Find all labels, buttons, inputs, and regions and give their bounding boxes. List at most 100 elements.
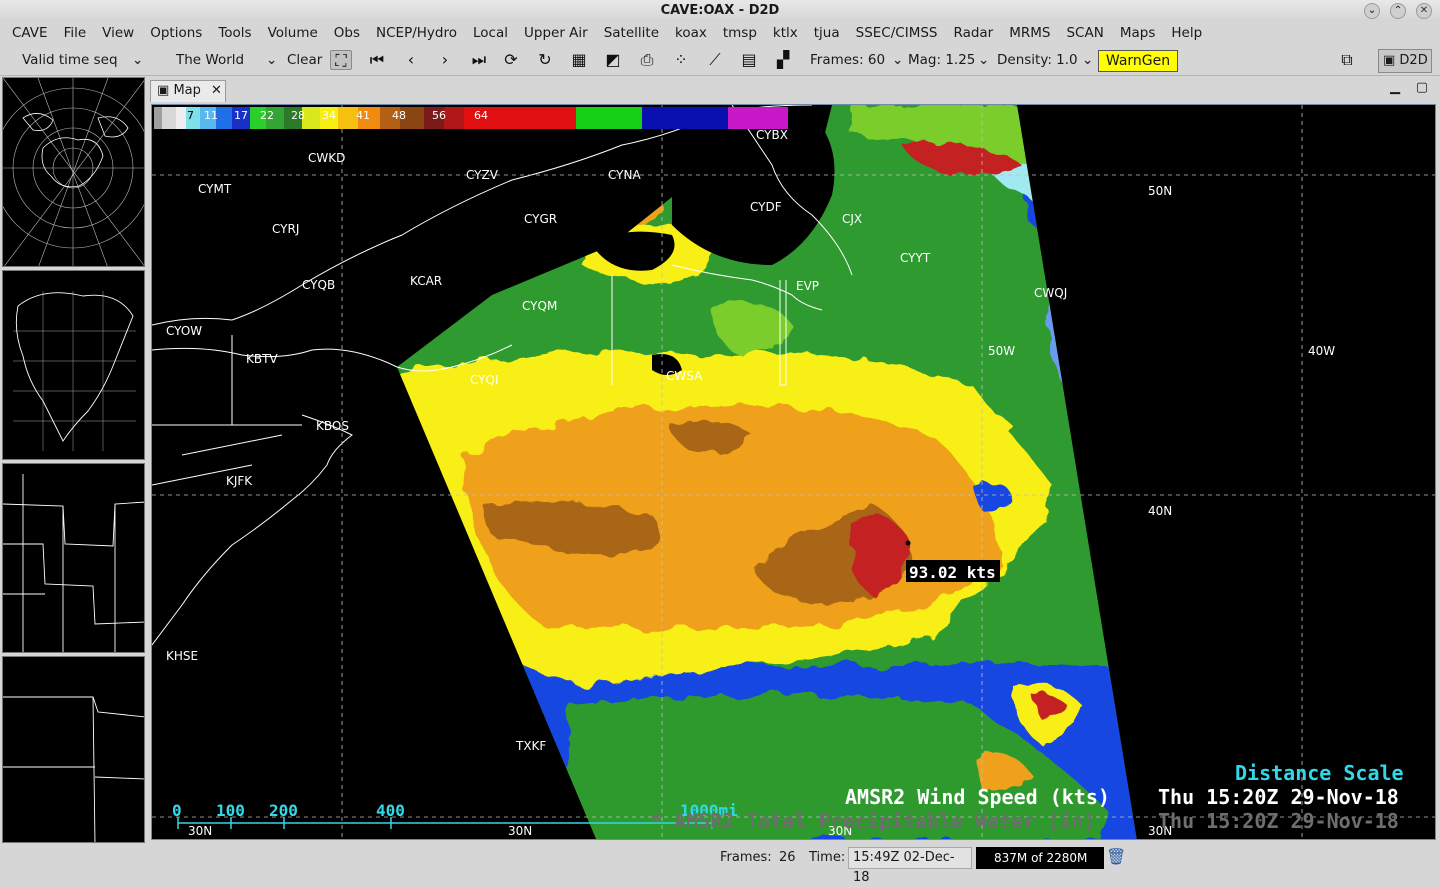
station-label: CJX [842,212,862,226]
menu-satellite[interactable]: Satellite [596,25,667,41]
chevron-down-icon[interactable]: ⌄ [1082,52,1093,68]
world-map-thumbnail [3,78,144,266]
close-button[interactable]: ✕ [1416,3,1432,19]
last-frame-icon[interactable]: ⏭ [468,50,490,70]
left-panes [0,77,148,843]
menu-upper-air[interactable]: Upper Air [516,25,596,41]
status-bar: Frames: 26 Time: 15:49Z 02-Dec-18 837M o… [0,843,1440,885]
d2d-label: D2D [1399,53,1428,68]
colorbar-label: 34 [322,109,336,122]
loop-icon[interactable]: ⟳ [500,50,522,70]
image-properties-icon[interactable]: ◩ [602,50,624,70]
colorbar-label: 7 [187,109,194,122]
panel-layout-icon[interactable]: ▞ [772,50,794,70]
menu-mrms[interactable]: MRMS [1001,25,1058,41]
d2d-perspective-button[interactable]: ▣ D2D [1378,49,1432,73]
chevron-down-icon[interactable]: ⌄ [132,52,143,68]
station-label: CYMT [198,182,232,196]
frames-value: 26 [779,850,796,865]
latitude-label: 40N [1148,504,1172,518]
density-dropdown[interactable]: Density: 1.0 [997,52,1078,68]
station-label: CYQB [302,278,335,292]
scale-dropdown[interactable]: The World [176,52,244,68]
previous-frame-icon[interactable]: ‹ [400,50,422,70]
menu-koax[interactable]: koax [667,25,715,41]
refresh-icon[interactable]: ↻ [534,50,556,70]
print-icon[interactable]: ⎙ [636,50,658,70]
time-value: 15:49Z 02-Dec-18 [848,847,972,885]
chevron-down-icon[interactable]: ⌄ [266,52,277,68]
menu-obs[interactable]: Obs [326,25,368,41]
warngen-button[interactable]: WarnGen [1098,50,1178,72]
frames-dropdown[interactable]: Frames: 60 [810,52,885,68]
menu-file[interactable]: File [56,25,95,41]
menu-tjua[interactable]: tjua [806,25,848,41]
map-canvas[interactable]: 7 11 17 22 28 34 41 48 56 64 CWKD CYMT C… [152,105,1436,840]
colorbar: 7 11 17 22 28 34 41 48 56 64 [154,107,788,129]
colorbar-label: 28 [291,109,305,122]
first-frame-icon[interactable]: ⏮ [366,50,388,70]
latitude-label: 30N [188,824,212,838]
colorbar-label: 22 [260,109,274,122]
menu-view[interactable]: View [94,25,142,41]
menu-tmsp[interactable]: tmsp [715,25,765,41]
tab-map[interactable]: ▣ Map ✕ [150,80,226,102]
pane-world-thumbnail[interactable] [2,77,145,267]
next-frame-icon[interactable]: › [434,50,456,70]
menu-help[interactable]: Help [1163,25,1210,41]
minimize-button[interactable]: ⌄ [1364,3,1380,19]
open-perspective-icon[interactable]: ⧉ [1336,50,1358,70]
menu-ncep-hydro[interactable]: NCEP/Hydro [368,25,465,41]
chevron-down-icon[interactable]: ⌄ [892,52,903,68]
minimize-editor-icon[interactable]: ▁ [1390,80,1400,95]
list-icon[interactable]: ▤ [738,50,760,70]
maximize-editor-icon[interactable]: ▢ [1416,80,1428,95]
sample-value: 93.02 kts [909,563,996,582]
time-mode-dropdown[interactable]: Valid time seq [22,52,118,68]
trash-icon[interactable]: 🗑 [1106,847,1126,866]
chevron-down-icon[interactable]: ⌄ [978,52,989,68]
colorbar-label: 48 [392,109,406,122]
close-icon[interactable]: ✕ [211,83,222,98]
window-title: CAVE:OAX - D2D [660,3,780,18]
scale-tick-label: 0 [172,801,182,820]
station-label: CYYT [900,251,931,265]
pane-conus-thumbnail[interactable] [2,463,145,653]
pane-north-america-thumbnail[interactable] [2,270,145,460]
color-table-icon[interactable]: ▦ [568,50,590,70]
sample-icon[interactable]: ⁘ [670,50,692,70]
station-label: CYGR [524,212,557,226]
zoom-extent-icon[interactable]: ⛶ [330,50,352,70]
clear-button[interactable]: Clear [287,52,322,68]
station-label: CYDF [750,200,782,214]
menu-local[interactable]: Local [465,25,516,41]
menu-cave[interactable]: CAVE [4,25,56,41]
mag-dropdown[interactable]: Mag: 1.25 [908,52,975,68]
product-legend-2-time: Thu 15:20Z 29-Nov-18 [1158,809,1399,833]
station-label: KJFK [226,474,253,488]
menu-options[interactable]: Options [142,25,210,41]
longitude-label: 50W [988,344,1015,358]
station-label: CWSA [666,369,703,383]
frames-label: Frames: [720,850,772,865]
trend-icon[interactable]: ⟋ [704,50,726,70]
station-label: CYOW [166,324,202,338]
colorbar-label: 56 [432,109,446,122]
station-label: CYNA [608,168,641,182]
menu-radar[interactable]: Radar [945,25,1001,41]
menu-tools[interactable]: Tools [210,25,259,41]
menu-volume[interactable]: Volume [260,25,326,41]
north-america-map-thumbnail [13,291,136,451]
map-display[interactable]: 7 11 17 22 28 34 41 48 56 64 CWKD CYMT C… [151,104,1436,840]
pane-regional-thumbnail[interactable] [2,656,145,843]
menu-ssec-cimss[interactable]: SSEC/CIMSS [848,25,946,41]
product-legend-1-time: Thu 15:20Z 29-Nov-18 [1158,785,1399,809]
menu-maps[interactable]: Maps [1112,25,1164,41]
menu-scan[interactable]: SCAN [1058,25,1111,41]
station-label: KCAR [410,274,442,288]
tab-map-label: Map [173,83,201,98]
colorbar-label: 64 [474,109,488,122]
maximize-button[interactable]: ⌃ [1390,3,1406,19]
menu-bar: CAVE File View Options Tools Volume Obs … [0,22,1440,44]
menu-ktlx[interactable]: ktlx [765,25,806,41]
